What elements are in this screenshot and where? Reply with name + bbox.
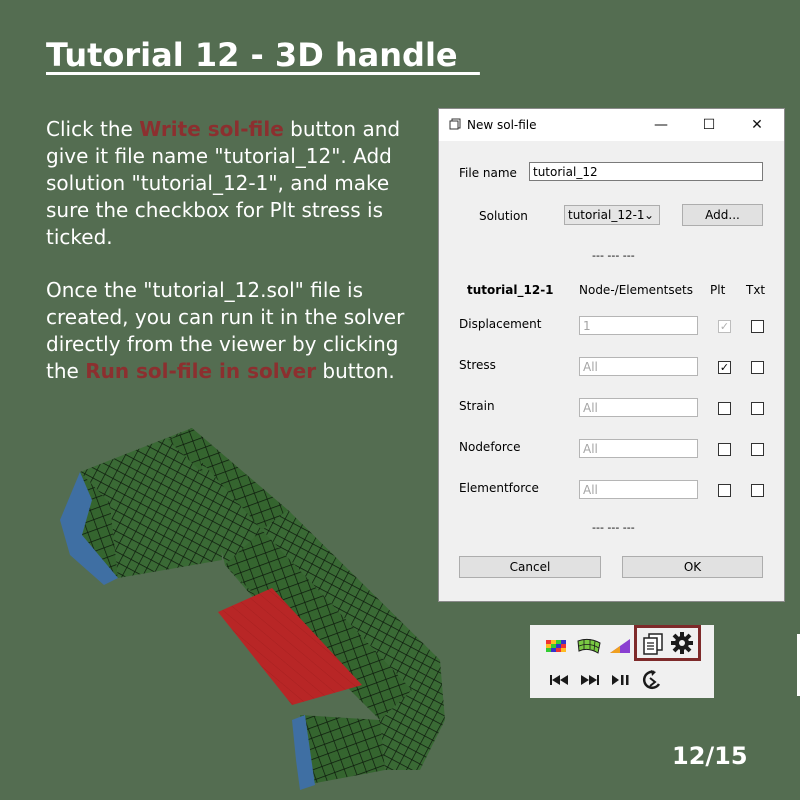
deformed-mesh-icon[interactable] — [576, 633, 602, 659]
col-plt-header: Plt — [710, 283, 726, 297]
nodeforce-plt-checkbox[interactable] — [718, 443, 731, 456]
page-indicator: 12/15 — [672, 742, 748, 770]
gradient-plot-icon[interactable] — [608, 633, 634, 659]
nodeforce-sets-input[interactable]: All — [579, 439, 698, 458]
document-icon — [449, 118, 461, 130]
ok-button[interactable]: OK — [622, 556, 763, 578]
solution-selected: tutorial_12-1 — [568, 208, 645, 222]
displacement-sets-input[interactable]: 1 — [579, 316, 698, 335]
strain-txt-checkbox[interactable] — [751, 402, 764, 415]
displacement-txt-checkbox[interactable] — [751, 320, 764, 333]
stress-txt-checkbox[interactable] — [751, 361, 764, 374]
solution-dropdown[interactable]: tutorial_12-1 ⌄ — [564, 205, 660, 225]
row-label-displacement: Displacement — [459, 317, 542, 331]
stress-sets-input[interactable]: All — [579, 357, 698, 376]
row-label-strain: Strain — [459, 399, 495, 413]
cancel-button[interactable]: Cancel — [459, 556, 601, 578]
dialog-titlebar: New sol-file — ☐ ✕ — [439, 109, 784, 141]
skip-back-icon[interactable] — [546, 667, 572, 693]
elementforce-sets-input[interactable]: All — [579, 480, 698, 499]
displacement-plt-checkbox[interactable]: ✓ — [718, 320, 731, 333]
minimize-button[interactable]: — — [638, 109, 684, 141]
col-sets-header: Node-/Elementsets — [579, 283, 693, 297]
play-pause-icon[interactable] — [608, 667, 634, 693]
dialog-title: New sol-file — [467, 118, 537, 132]
stress-plt-checkbox[interactable]: ✓ — [718, 361, 731, 374]
file-name-label: File name — [459, 166, 517, 180]
row-label-elementforce: Elementforce — [459, 481, 539, 495]
strain-plt-checkbox[interactable] — [718, 402, 731, 415]
elementforce-txt-checkbox[interactable] — [751, 484, 764, 497]
skip-forward-icon[interactable] — [577, 667, 603, 693]
row-label-nodeforce: Nodeforce — [459, 440, 521, 454]
elementforce-plt-checkbox[interactable] — [718, 484, 731, 497]
close-button[interactable]: ✕ — [734, 109, 780, 141]
viewer-toolbar — [530, 625, 714, 698]
separator-bottom: --- --- --- — [592, 521, 635, 534]
maximize-button[interactable]: ☐ — [686, 109, 732, 141]
rotate-icon[interactable] — [639, 667, 665, 693]
color-scale-icon[interactable] — [544, 633, 570, 659]
row-label-stress: Stress — [459, 358, 496, 372]
nodeforce-txt-checkbox[interactable] — [751, 443, 764, 456]
table-title: tutorial_12-1 — [467, 283, 554, 297]
separator-top: --- --- --- — [592, 249, 635, 262]
add-button[interactable]: Add... — [682, 204, 763, 226]
chevron-down-icon: ⌄ — [643, 208, 654, 222]
new-sol-file-dialog: New sol-file — ☐ ✕ File name tutorial_12… — [438, 108, 785, 602]
file-name-input[interactable]: tutorial_12 — [529, 162, 763, 181]
highlight-frame — [634, 625, 701, 661]
strain-sets-input[interactable]: All — [579, 398, 698, 417]
solution-label: Solution — [479, 209, 528, 223]
col-txt-header: Txt — [746, 283, 766, 297]
